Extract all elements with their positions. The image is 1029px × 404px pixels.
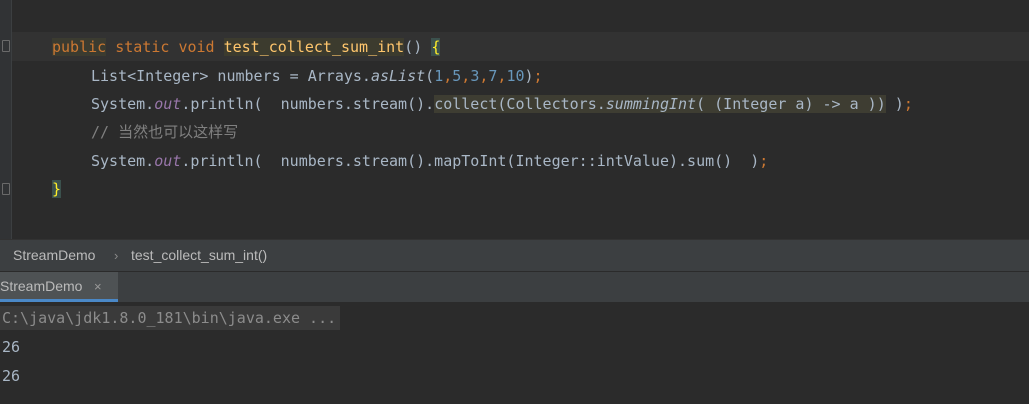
code-line-1[interactable]: public static void test_collect_sum_int(… [52, 33, 441, 61]
editor-gutter[interactable] [0, 0, 11, 239]
system-class: System. [91, 152, 155, 170]
open-brace: { [431, 38, 441, 56]
fold-collapse-icon[interactable] [2, 40, 10, 52]
aslist-close: ) [524, 67, 534, 85]
run-tab-streamdemo[interactable]: StreamDemo × [0, 272, 118, 302]
code-editor[interactable]: public static void test_collect_sum_int(… [0, 0, 1029, 239]
run-tool-window-tabs: StreamDemo × [0, 271, 1029, 302]
console-output-line: 26 [2, 338, 21, 356]
semicolon: ; [759, 152, 769, 170]
number-literal: 3 [470, 67, 480, 85]
semicolon: ; [903, 95, 913, 113]
code-line-6[interactable]: } [52, 175, 62, 203]
code-comment: // 当然也可以这样写 [91, 123, 239, 141]
run-console[interactable]: C:\java\jdk1.8.0_181\bin\java.exe ... 26… [0, 302, 1029, 404]
collect-close: ) [876, 95, 886, 113]
run-tab-label: StreamDemo [0, 278, 83, 294]
comma: , [461, 67, 471, 85]
system-class: System. [91, 95, 155, 113]
number-literal: 10 [506, 67, 525, 85]
keyword-static: static [115, 38, 170, 56]
number-literal: 1 [434, 67, 444, 85]
println-close: ) [885, 95, 904, 113]
method-parens: () [404, 38, 423, 56]
method-name: test_collect_sum_int [223, 38, 405, 56]
code-line-4[interactable]: // 当然也可以这样写 [91, 118, 238, 146]
collect-call-highlight: collect(Collectors.summingInt( (Integer … [434, 95, 886, 113]
ide-window: public static void test_collect_sum_int(… [0, 0, 1029, 404]
aslist-method: asList [370, 67, 426, 85]
close-icon[interactable]: × [94, 272, 102, 301]
out-field: out [154, 95, 182, 113]
comma: , [443, 67, 453, 85]
breadcrumb-class[interactable]: StreamDemo [13, 240, 95, 271]
out-field: out [154, 152, 182, 170]
keyword-public: public [52, 38, 107, 56]
breadcrumb-method[interactable]: test_collect_sum_int() [131, 240, 267, 271]
console-command-line[interactable]: C:\java\jdk1.8.0_181\bin\java.exe ... [0, 306, 341, 330]
list-declaration: List<Integer> numbers = Arrays. [91, 67, 371, 85]
println-maptoint: .println( numbers.stream().mapToInt(Inte… [181, 152, 760, 170]
code-line-3[interactable]: System.out.println( numbers.stream().col… [91, 90, 913, 118]
breadcrumb: StreamDemo › test_collect_sum_int() [0, 239, 1029, 271]
number-literal: 5 [452, 67, 462, 85]
summingint-method: summingInt [605, 95, 697, 113]
aslist-open: ( [425, 67, 435, 85]
collect-call: collect(Collectors. [434, 95, 606, 113]
semicolon: ; [533, 67, 543, 85]
keyword-void: void [178, 38, 215, 56]
lambda-expression: ( (Integer a) -> a ) [696, 95, 877, 113]
println-stream: .println( numbers.stream(). [181, 95, 435, 113]
code-line-2[interactable]: List<Integer> numbers = Arrays.asList(1,… [91, 62, 543, 90]
code-line-5[interactable]: System.out.println( numbers.stream().map… [91, 147, 768, 175]
fold-end-icon[interactable] [2, 183, 10, 195]
console-output-line: 26 [2, 367, 21, 385]
close-brace: } [52, 180, 62, 198]
breadcrumb-separator-icon: › [114, 248, 119, 263]
